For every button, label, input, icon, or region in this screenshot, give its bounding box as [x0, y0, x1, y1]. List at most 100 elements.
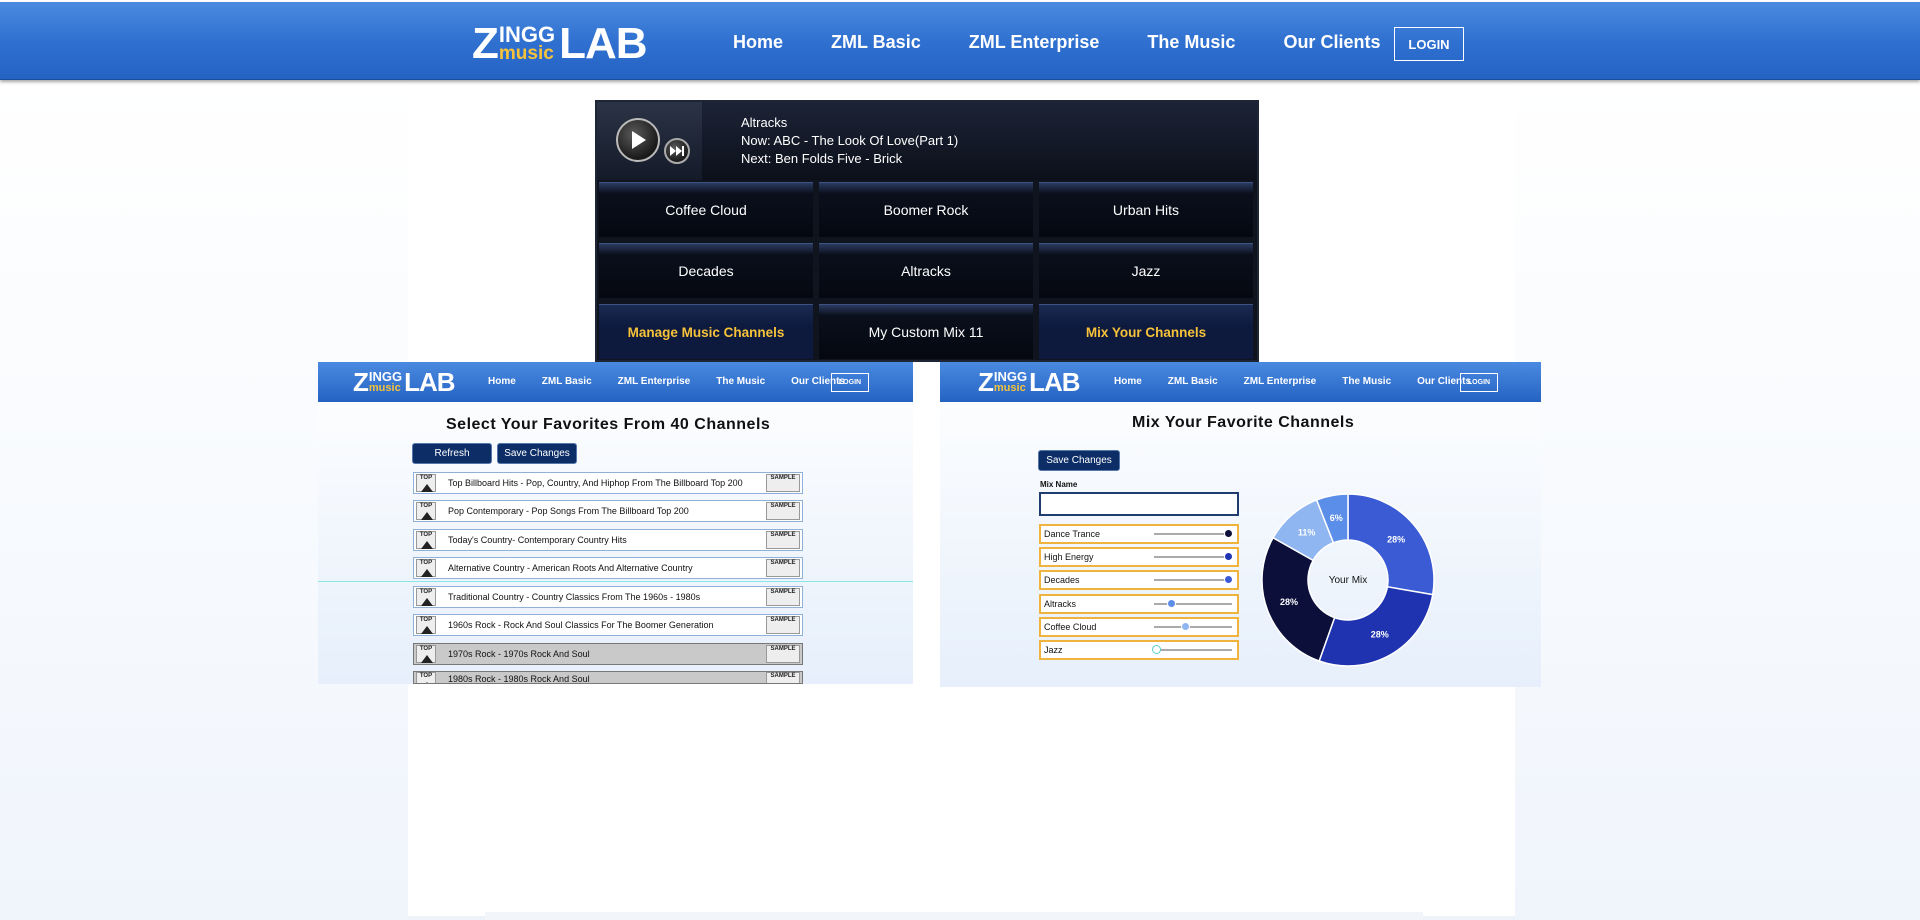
slider-track[interactable] [1154, 599, 1232, 608]
channel-button-decades[interactable]: Decades [599, 243, 813, 298]
channel-button-coffee-cloud[interactable]: Coffee Cloud [599, 182, 813, 237]
sample-button[interactable]: SAMPLE [766, 672, 800, 683]
slider-track[interactable] [1154, 529, 1234, 538]
slider-track[interactable] [1152, 645, 1232, 654]
nav-the-music[interactable]: The Music [1147, 32, 1235, 53]
donut-slice-label: 6% [1330, 513, 1343, 523]
channel-button-altracks[interactable]: Altracks [819, 243, 1033, 298]
preview-nav-zml-enterprise[interactable]: ZML Enterprise [618, 376, 691, 387]
main-nav: Home ZML Basic ZML Enterprise The Music … [733, 32, 1428, 53]
right-background-panel [1515, 80, 1920, 920]
slider-label: High Energy [1044, 552, 1094, 562]
channel-button-jazz[interactable]: Jazz [1039, 243, 1253, 298]
sample-button[interactable]: SAMPLE [766, 531, 800, 549]
slider-track[interactable] [1154, 575, 1234, 584]
preview-nav-zml-basic[interactable]: ZML Basic [1168, 376, 1218, 387]
mix-your-channels-button[interactable]: Mix Your Channels [1039, 304, 1253, 359]
move-top-icon[interactable]: TOP [416, 645, 436, 663]
sample-button[interactable]: SAMPLE [766, 616, 800, 634]
move-top-icon[interactable]: TOP [416, 531, 436, 549]
preview-nav-zml-basic[interactable]: ZML Basic [542, 376, 592, 387]
list-item[interactable]: TOP Pop Contemporary - Pop Songs From Th… [413, 500, 803, 522]
current-channel: Altracks [741, 115, 788, 130]
preview-header: Z INGG music LAB Home ZML Basic ZML Ente… [318, 362, 913, 402]
login-button[interactable]: LOGIN [1394, 27, 1464, 61]
manage-music-channels-button[interactable]: Manage Music Channels [599, 304, 813, 359]
channel-button-urban-hits[interactable]: Urban Hits [1039, 182, 1253, 237]
channel-button-boomer-rock[interactable]: Boomer Rock [819, 182, 1033, 237]
list-item[interactable]: TOP 1980s Rock - 1980s Rock And Soul SAM… [413, 671, 803, 684]
slider-handle[interactable] [1181, 622, 1191, 631]
list-item[interactable]: TOP Today's Country- Contemporary Countr… [413, 529, 803, 551]
preview-nav: Home ZML Basic ZML Enterprise The Music … [488, 376, 871, 387]
nav-zml-enterprise[interactable]: ZML Enterprise [969, 32, 1100, 53]
preview-nav: Home ZML Basic ZML Enterprise The Music … [1114, 376, 1497, 387]
mix-name-label: Mix Name [1040, 480, 1078, 489]
list-item[interactable]: TOP Alternative Country - American Roots… [413, 557, 803, 579]
save-changes-button[interactable]: Save Changes [497, 443, 577, 464]
slider-track[interactable] [1154, 552, 1234, 561]
move-top-icon[interactable]: TOP [416, 588, 436, 606]
skip-forward-icon [670, 146, 684, 156]
logo-lab: LAB [559, 19, 647, 68]
refresh-button[interactable]: Refresh [412, 443, 492, 464]
slider-row: Altracks [1039, 594, 1239, 614]
mix-donut-chart: 28% 28% 28% 11% 6% Your Mix [1261, 493, 1435, 667]
channel-button-custom-mix[interactable]: My Custom Mix 11 [819, 304, 1033, 359]
sample-button[interactable]: SAMPLE [766, 502, 800, 520]
move-top-icon[interactable]: TOP [416, 672, 436, 683]
slider-row: Jazz [1039, 640, 1239, 660]
skip-button[interactable] [664, 138, 690, 164]
site-logo[interactable]: Z INGG music LAB [472, 19, 648, 68]
donut-slice [1318, 585, 1434, 667]
slider-track[interactable] [1154, 622, 1232, 631]
preview-nav-zml-enterprise[interactable]: ZML Enterprise [1244, 376, 1317, 387]
music-player: Altracks Now: ABC - The Look Of Love(Par… [595, 100, 1259, 362]
slider-handle[interactable] [1152, 645, 1162, 654]
favorites-preview: Z INGG music LAB Home ZML Basic ZML Ente… [318, 362, 913, 684]
preview-nav-home[interactable]: Home [1114, 376, 1142, 387]
move-top-icon[interactable]: TOP [416, 559, 436, 577]
move-top-icon[interactable]: TOP [416, 502, 436, 520]
donut-slice [1261, 536, 1336, 662]
move-top-icon[interactable]: TOP [416, 616, 436, 634]
preview-login-button[interactable]: LOGIN [831, 373, 869, 392]
slider-handle[interactable] [1224, 529, 1234, 538]
sample-button[interactable]: SAMPLE [766, 588, 800, 606]
mix-name-input[interactable] [1039, 492, 1239, 516]
list-item[interactable]: TOP 1970s Rock - 1970s Rock And Soul SAM… [413, 643, 803, 665]
preview-nav-the-music[interactable]: The Music [1342, 376, 1391, 387]
nav-our-clients[interactable]: Our Clients [1283, 32, 1380, 53]
preview-login-button[interactable]: LOGIN [1460, 373, 1498, 392]
slider-row: Dance Trance [1039, 524, 1239, 544]
mix-title: Mix Your Favorite Channels [1132, 414, 1355, 431]
sample-button[interactable]: SAMPLE [766, 559, 800, 577]
now-playing: Now: ABC - The Look Of Love(Part 1) [741, 133, 959, 148]
donut-slice-label: 11% [1298, 527, 1316, 537]
nav-home[interactable]: Home [733, 32, 783, 53]
slider-handle[interactable] [1224, 552, 1234, 561]
sample-button[interactable]: SAMPLE [766, 474, 800, 492]
preview-nav-home[interactable]: Home [488, 376, 516, 387]
slider-row: Coffee Cloud [1039, 617, 1239, 637]
slider-handle[interactable] [1224, 575, 1234, 584]
slider-label: Decades [1044, 575, 1080, 585]
slider-label: Jazz [1044, 645, 1063, 655]
sample-button[interactable]: SAMPLE [766, 645, 800, 663]
slider-row: High Energy [1039, 547, 1239, 567]
preview-nav-the-music[interactable]: The Music [716, 376, 765, 387]
nav-zml-basic[interactable]: ZML Basic [831, 32, 921, 53]
track-info: Altracks Now: ABC - The Look Of Love(Par… [741, 114, 958, 168]
mix-save-changes-button[interactable]: Save Changes [1038, 450, 1120, 471]
list-item[interactable]: TOP 1960s Rock - Rock And Soul Classics … [413, 614, 803, 636]
page-footer-strip [485, 912, 1423, 920]
logo-z: Z [472, 19, 499, 68]
list-item[interactable]: TOP Top Billboard Hits - Pop, Country, A… [413, 472, 803, 494]
move-top-icon[interactable]: TOP [416, 474, 436, 492]
slider-handle[interactable] [1167, 599, 1177, 608]
list-item[interactable]: TOP Traditional Country - Country Classi… [413, 586, 803, 608]
donut-slice-label: 28% [1371, 629, 1389, 639]
mix-preview: Z INGG music LAB Home ZML Basic ZML Ente… [940, 362, 1541, 687]
play-button[interactable] [616, 118, 660, 162]
slider-label: Dance Trance [1044, 529, 1101, 539]
